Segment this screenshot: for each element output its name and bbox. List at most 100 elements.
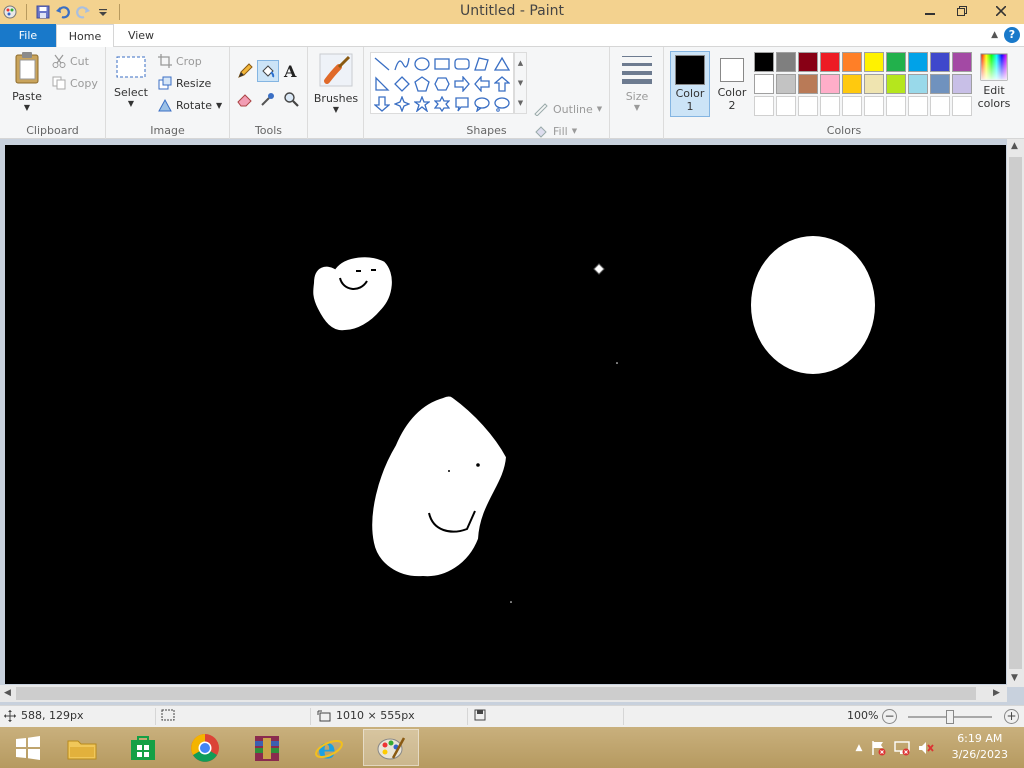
drawing-canvas[interactable]: [5, 145, 1006, 684]
palette-swatch[interactable]: [754, 96, 774, 116]
oval-callout-shape-icon[interactable]: [472, 94, 492, 114]
rotate-button[interactable]: Rotate ▼: [158, 95, 222, 115]
palette-swatch[interactable]: [930, 52, 950, 72]
action-center-flag-icon[interactable]: [866, 740, 890, 756]
palette-swatch[interactable]: [930, 74, 950, 94]
shapes-gallery-scroll[interactable]: ▲ ▼ ▼: [514, 52, 527, 114]
palette-swatch[interactable]: [886, 52, 906, 72]
taskbar-clock[interactable]: 6:19 AM 3/26/2023: [952, 731, 1008, 763]
horizontal-scroll-thumb[interactable]: [16, 687, 976, 700]
hexagon-shape-icon[interactable]: [432, 74, 452, 94]
paste-button[interactable]: Paste ▼: [6, 51, 48, 112]
chevron-up-icon[interactable]: ▲: [991, 30, 998, 40]
network-icon[interactable]: [890, 740, 914, 756]
curve-shape-icon[interactable]: [392, 54, 412, 74]
tab-home[interactable]: Home: [56, 24, 114, 48]
copy-button[interactable]: Copy: [52, 73, 98, 93]
outline-button[interactable]: Outline ▼: [533, 99, 602, 119]
palette-swatch[interactable]: [842, 74, 862, 94]
polygon-shape-icon[interactable]: [472, 54, 492, 74]
brushes-dropdown-icon[interactable]: ▼: [312, 105, 360, 114]
six-point-star-shape-icon[interactable]: [432, 94, 452, 114]
diamond-shape-icon[interactable]: [392, 74, 412, 94]
taskbar-winrar[interactable]: [239, 729, 295, 766]
size-button[interactable]: Size ▼: [619, 53, 655, 112]
palette-swatch[interactable]: [952, 96, 972, 116]
pencil-icon[interactable]: [234, 60, 256, 82]
palette-swatch[interactable]: [820, 96, 840, 116]
fill-button[interactable]: Fill ▼: [533, 121, 577, 141]
scroll-up-arrow-icon[interactable]: ▲: [1011, 141, 1018, 151]
color-picker-icon[interactable]: [257, 88, 279, 110]
tab-file[interactable]: File: [0, 24, 56, 47]
pentagon-shape-icon[interactable]: [412, 74, 432, 94]
palette-swatch[interactable]: [908, 52, 928, 72]
fill-dropdown-icon[interactable]: ▼: [572, 127, 577, 135]
crop-button[interactable]: Crop: [158, 51, 202, 71]
palette-swatch[interactable]: [754, 52, 774, 72]
palette-swatch[interactable]: [798, 74, 818, 94]
palette-swatch[interactable]: [908, 96, 928, 116]
paint-app-icon[interactable]: [2, 4, 18, 20]
scroll-down-icon[interactable]: ▼: [515, 73, 526, 93]
start-button[interactable]: [0, 729, 56, 766]
taskbar-internet-explorer[interactable]: e: [301, 729, 357, 766]
five-point-star-shape-icon[interactable]: [412, 94, 432, 114]
palette-swatch[interactable]: [952, 74, 972, 94]
magnifier-icon[interactable]: [280, 88, 302, 110]
horizontal-scrollbar[interactable]: ◀ ▶: [0, 685, 1007, 702]
tab-view[interactable]: View: [114, 24, 168, 47]
taskbar-file-explorer[interactable]: [54, 729, 110, 766]
palette-swatch[interactable]: [820, 52, 840, 72]
scroll-right-arrow-icon[interactable]: ▶: [993, 688, 1000, 698]
zoom-in-button[interactable]: +: [1004, 709, 1019, 724]
rotate-dropdown-icon[interactable]: ▼: [216, 101, 222, 110]
left-arrow-shape-icon[interactable]: [472, 74, 492, 94]
oval-shape-icon[interactable]: [412, 54, 432, 74]
cut-button[interactable]: Cut: [52, 51, 89, 71]
line-shape-icon[interactable]: [372, 54, 392, 74]
scroll-down-arrow-icon[interactable]: ▼: [1011, 673, 1018, 683]
palette-swatch[interactable]: [798, 52, 818, 72]
taskbar-chrome[interactable]: [177, 729, 233, 766]
palette-swatch[interactable]: [776, 74, 796, 94]
four-point-star-shape-icon[interactable]: [392, 94, 412, 114]
triangle-shape-icon[interactable]: [492, 54, 512, 74]
palette-swatch[interactable]: [864, 52, 884, 72]
save-icon[interactable]: [35, 4, 51, 20]
color2-button[interactable]: Color 2: [712, 51, 752, 117]
restore-button[interactable]: [946, 0, 978, 22]
vertical-scrollbar[interactable]: ▲ ▼: [1007, 139, 1024, 687]
palette-swatch[interactable]: [798, 96, 818, 116]
close-button[interactable]: [978, 0, 1024, 22]
gallery-expand-icon[interactable]: ▼: [515, 93, 526, 113]
palette-swatch[interactable]: [776, 96, 796, 116]
palette-swatch[interactable]: [864, 96, 884, 116]
resize-button[interactable]: Resize: [158, 73, 211, 93]
cloud-callout-shape-icon[interactable]: [492, 94, 512, 114]
customize-qat-icon[interactable]: [95, 4, 111, 20]
select-button[interactable]: Select ▼: [112, 53, 150, 108]
volume-muted-icon[interactable]: [914, 740, 938, 756]
scroll-left-arrow-icon[interactable]: ◀: [4, 688, 11, 698]
right-triangle-shape-icon[interactable]: [372, 74, 392, 94]
palette-swatch[interactable]: [754, 74, 774, 94]
redo-icon[interactable]: [75, 4, 91, 20]
taskbar-store[interactable]: [115, 729, 171, 766]
palette-swatch[interactable]: [886, 74, 906, 94]
brushes-button[interactable]: Brushes ▼: [312, 53, 360, 114]
palette-swatch[interactable]: [930, 96, 950, 116]
eraser-icon[interactable]: [234, 88, 256, 110]
zoom-out-button[interactable]: −: [882, 709, 897, 724]
palette-swatch[interactable]: [908, 74, 928, 94]
paste-dropdown-icon[interactable]: ▼: [6, 103, 48, 112]
select-dropdown-icon[interactable]: ▼: [112, 99, 150, 108]
scroll-up-icon[interactable]: ▲: [515, 53, 526, 73]
taskbar-paint[interactable]: [363, 729, 419, 766]
color1-button[interactable]: Color 1: [670, 51, 710, 117]
zoom-slider-thumb[interactable]: [946, 710, 954, 724]
palette-swatch[interactable]: [864, 74, 884, 94]
tray-overflow-icon[interactable]: ▲: [852, 743, 866, 753]
down-arrow-shape-icon[interactable]: [372, 94, 392, 114]
palette-swatch[interactable]: [886, 96, 906, 116]
